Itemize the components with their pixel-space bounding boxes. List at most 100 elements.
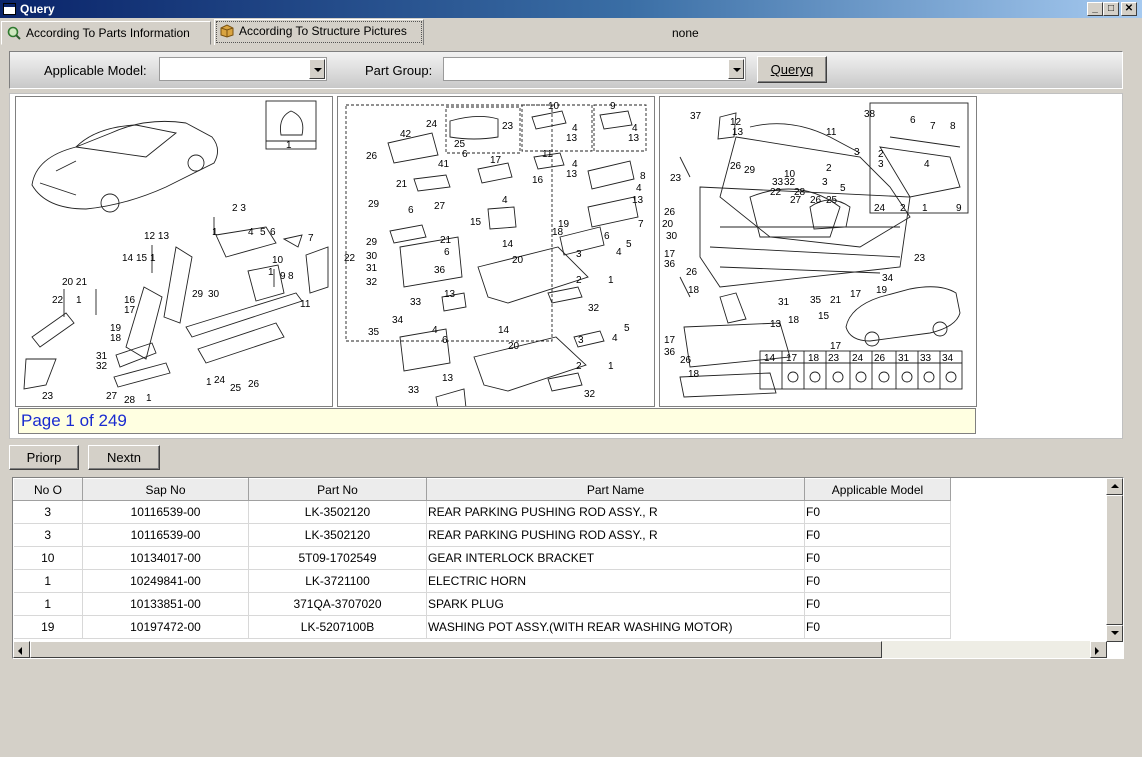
table-row[interactable]: 1 10133851-00 371QA-3707020 SPARK PLUG F… [13,592,951,616]
vertical-scrollbar[interactable] [1106,478,1123,642]
column-header-part-name[interactable]: Part Name [426,478,805,501]
svg-text:14: 14 [122,253,134,264]
svg-text:13: 13 [566,133,578,144]
svg-text:7: 7 [638,219,644,230]
svg-text:11: 11 [542,149,553,160]
svg-text:29: 29 [368,199,380,210]
svg-text:4: 4 [616,247,622,258]
svg-text:32: 32 [584,389,596,400]
svg-text:5: 5 [626,239,632,250]
svg-text:18: 18 [688,369,700,380]
part-group-select[interactable] [443,57,746,81]
svg-text:2: 2 [576,361,582,372]
console-diagram[interactable]: 24 23 10 9 42 25 4 13 4 13 26 6 41 17 4 13 11 21 16 8 4… [337,96,655,407]
svg-text:26: 26 [810,195,822,206]
column-header-sap-no[interactable]: Sap No [82,478,249,501]
svg-text:13: 13 [444,289,456,300]
minimize-button[interactable]: _ [1087,2,1103,16]
svg-text:35: 35 [810,295,822,306]
dash-panel-diagram[interactable]: 37 12 13 11 38 6 7 8 2343 26 29 10 2 33 32 22 28 352… [659,96,977,407]
svg-text:37: 37 [690,111,702,122]
svg-text:21: 21 [830,295,842,306]
svg-text:21: 21 [396,179,408,190]
applicable-model-label: Applicable Model: [44,63,147,78]
svg-text:33: 33 [408,385,420,396]
maximize-button[interactable]: □ [1103,2,1119,16]
cell-part-name: SPARK PLUG [426,592,805,616]
svg-text:3: 3 [822,177,828,188]
cell-part-no: 371QA-3707020 [248,592,427,616]
body-trim-diagram[interactable]: 1 2 31456 7 12 13 14 15 1 10 1 9 8 20 21 22 1 16… [15,96,333,407]
svg-text:4: 4 [432,325,438,336]
scroll-up-button[interactable] [1106,478,1123,495]
table-row[interactable]: 10 10134017-00 5T09-1702549 GEAR INTERLO… [13,546,951,570]
table-row[interactable]: 19 10197472-00 LK-5207100B WASHING POT A… [13,615,951,639]
svg-text:1: 1 [206,377,212,388]
svg-text:38: 38 [864,109,876,120]
tab-parts-information-label: According To Parts Information [26,26,190,40]
cell-applicable-model: F0 [804,500,951,524]
svg-text:9: 9 [956,203,962,214]
svg-text:23: 23 [670,173,682,184]
column-header-no[interactable]: No O [13,478,83,501]
applicable-model-select[interactable] [159,57,327,81]
column-header-applicable-model[interactable]: Applicable Model [804,478,951,501]
svg-text:26: 26 [248,379,260,390]
svg-text:26: 26 [730,161,742,172]
svg-text:13: 13 [732,127,744,138]
close-button[interactable]: ✕ [1121,2,1137,16]
svg-text:1: 1 [608,275,614,286]
cell-sap-no: 10133851-00 [82,592,249,616]
svg-text:25: 25 [230,383,242,394]
vertical-scroll-thumb[interactable] [1106,495,1123,625]
svg-text:41: 41 [438,159,450,170]
svg-text:15: 15 [470,217,482,228]
chevron-down-icon[interactable] [728,59,744,79]
tab-structure-pictures[interactable]: According To Structure Pictures [214,19,424,45]
cell-part-no: LK-5207100B [248,615,427,639]
cell-part-no: 5T09-1702549 [248,546,427,570]
svg-text:31: 31 [366,263,378,274]
svg-text:15: 15 [818,311,830,322]
svg-text:24: 24 [874,203,886,214]
cell-part-name: WASHING POT ASSY.(WITH REAR WASHING MOTO… [426,615,805,639]
svg-text:23: 23 [828,353,840,364]
scroll-left-button[interactable] [13,641,30,658]
tab-structure-pictures-label: According To Structure Pictures [239,24,407,38]
svg-text:13: 13 [632,195,644,206]
status-label: none [672,26,699,40]
chevron-down-icon[interactable] [309,59,325,79]
cell-part-no: LK-3502120 [248,500,427,524]
tab-parts-information[interactable]: According To Parts Information [1,21,211,45]
svg-text:27: 27 [434,201,446,212]
horizontal-scrollbar[interactable] [13,641,1107,658]
structure-pictures-gallery: 1 2 31456 7 12 13 14 15 1 10 1 9 8 20 21 22 1 16… [9,93,1123,439]
svg-text:29: 29 [192,289,204,300]
table-row[interactable]: 3 10116539-00 LK-3502120 REAR PARKING PU… [13,523,951,547]
table-row[interactable]: 3 10116539-00 LK-3502120 REAR PARKING PU… [13,500,951,524]
svg-text:8: 8 [640,171,646,182]
svg-text:4: 4 [636,183,642,194]
horizontal-scroll-thumb[interactable] [30,641,882,658]
svg-text:29: 29 [744,165,756,176]
svg-text:3: 3 [854,147,860,158]
svg-text:1: 1 [608,361,614,372]
cell-no: 10 [13,546,83,570]
svg-text:6: 6 [408,205,414,216]
svg-text:32: 32 [366,277,378,288]
query-button[interactable]: Queryq [757,56,827,83]
svg-text:33: 33 [920,353,932,364]
svg-text:3: 3 [878,159,884,170]
svg-text:19: 19 [876,285,888,296]
app-window-icon [3,3,16,15]
scroll-right-button[interactable] [1090,641,1107,658]
next-page-button[interactable]: Nextn [88,445,160,470]
svg-text:36: 36 [664,347,676,358]
svg-text:2 3: 2 3 [232,203,246,214]
column-header-part-no[interactable]: Part No [248,478,427,501]
table-row[interactable]: 1 10249841-00 LK-3721100 ELECTRIC HORN F… [13,569,951,593]
svg-text:1: 1 [150,253,156,264]
scroll-down-button[interactable] [1106,625,1123,642]
prev-page-button[interactable]: Priorp [9,445,79,470]
cell-part-name: REAR PARKING PUSHING ROD ASSY., R [426,523,805,547]
